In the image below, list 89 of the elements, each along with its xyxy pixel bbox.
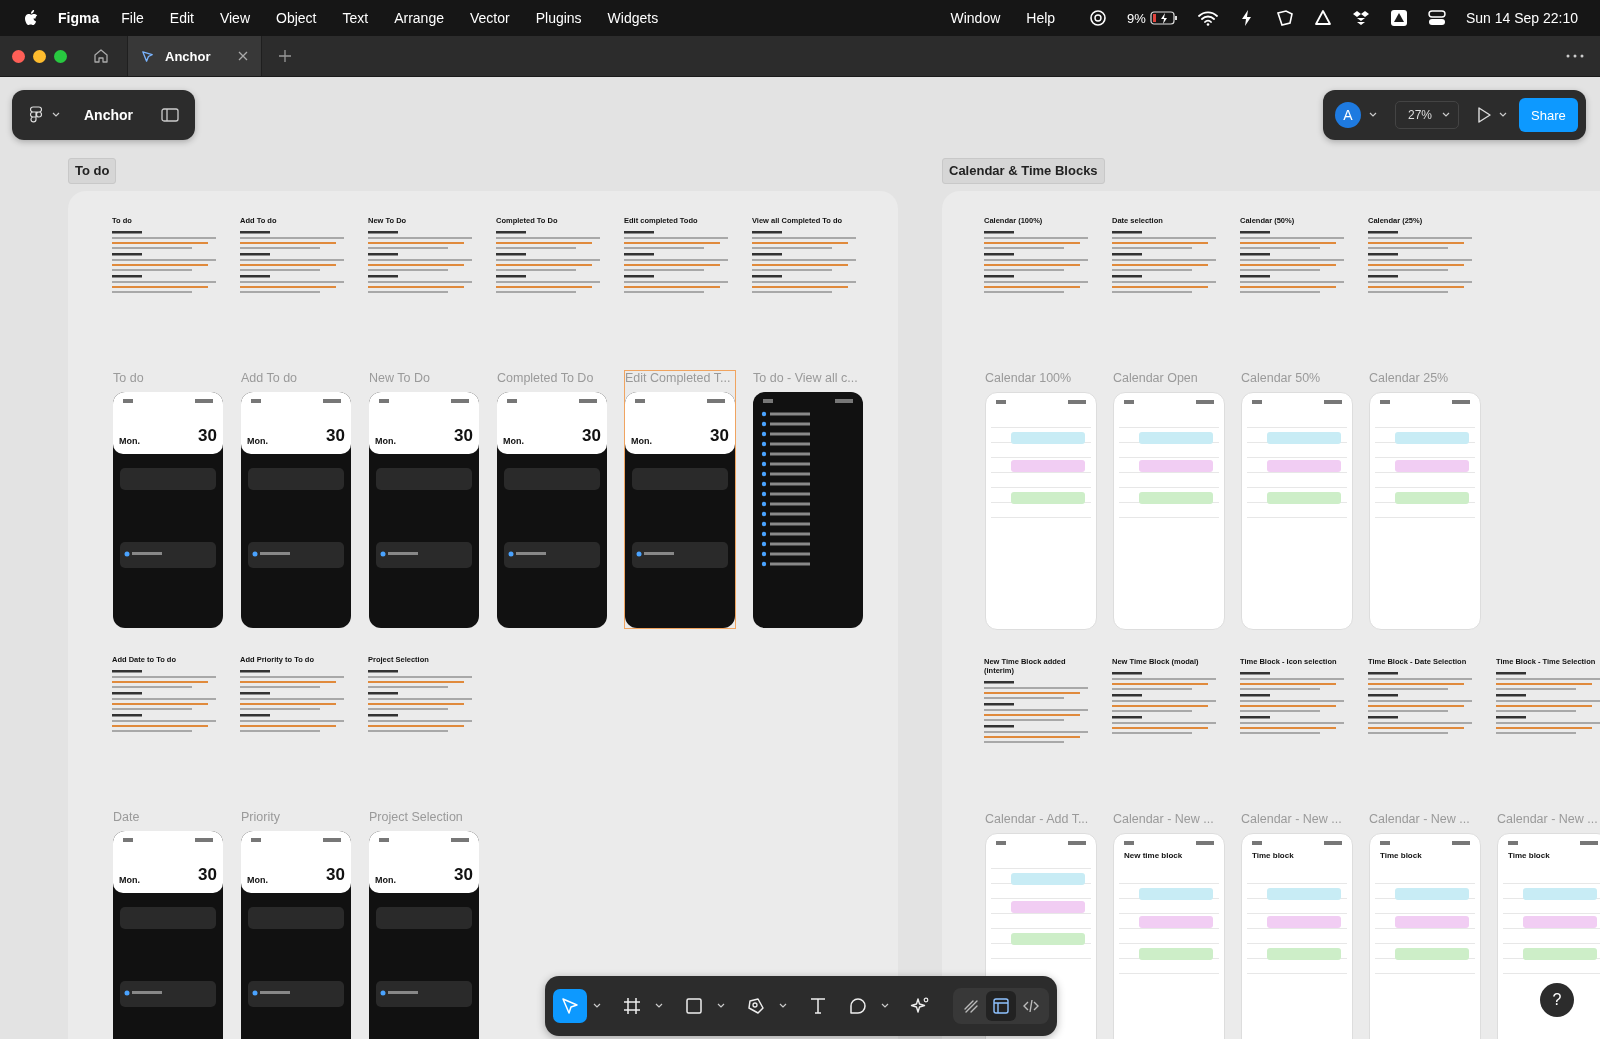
rectangle-icon [684,996,704,1016]
weekday-text: Mon. [247,875,268,885]
code-icon [1022,997,1040,1015]
sidebar-toggle-icon[interactable] [161,108,179,122]
caret-icon[interactable] [717,1003,725,1009]
menu-item[interactable]: Window [950,10,1001,26]
phone-screen[interactable]: Time block [1241,833,1353,1039]
move-tool-button[interactable] [553,989,587,1023]
play-icon[interactable] [1477,107,1492,123]
date-number: 30 [710,426,729,446]
pen-icon [746,996,766,1016]
clock[interactable]: Sun 14 Sep 22:10 [1465,10,1578,26]
toggle-icon[interactable] [1427,9,1446,27]
menu-item[interactable]: Arrange [394,10,444,26]
phone-screen[interactable]: Mon. 30 [497,392,607,628]
modal-title: New time block [1124,851,1183,860]
battery-percent: 9% [1127,10,1146,26]
close-icon[interactable] [237,50,249,62]
zoom-window-button[interactable] [54,49,67,63]
caret-icon[interactable] [655,1003,663,1009]
menu-item[interactable]: File [121,10,144,26]
menu-item[interactable]: Text [342,10,369,26]
date-number: 30 [198,865,217,885]
text-tool-icon [808,996,828,1016]
caret-icon [1442,112,1451,118]
caret-icon[interactable] [1369,112,1377,118]
caret-icon[interactable] [881,1003,889,1009]
caret-icon[interactable] [1499,112,1508,118]
phone-screen[interactable]: Mon. 30 [369,392,479,628]
date-number: 30 [582,426,601,446]
phone-screen[interactable]: New time block [1113,833,1225,1039]
weekday-text: Mon. [119,875,140,885]
phone-screen[interactable]: Mon. 30 [241,392,351,628]
phone-screen[interactable]: Mon. 30 [369,831,479,1039]
comment-icon [848,996,868,1016]
phone-screen[interactable]: Mon. 30 [113,831,223,1039]
design-mode-button[interactable] [986,991,1016,1021]
date-number: 30 [454,426,473,446]
battery-icon[interactable] [1149,11,1178,25]
weekday-text: Mon. [375,875,396,885]
home-icon[interactable] [93,48,109,64]
menu-item[interactable]: Vector [470,10,510,26]
date-number: 30 [326,865,345,885]
menu-item[interactable]: Help [1026,10,1056,26]
weekday-text: Mon. [631,436,652,446]
app-menu[interactable]: Figma [58,10,100,26]
phone-screen[interactable]: Mon. 30 [241,831,351,1039]
weekday-text: Mon. [247,436,268,446]
file-icon [140,48,155,64]
caret-icon[interactable] [779,1003,787,1009]
cursor-icon [560,996,580,1016]
phone-screen[interactable]: Mon. 30 [625,392,735,628]
menu-item[interactable]: View [219,10,250,26]
minimize-window-button[interactable] [33,49,46,63]
menu-item[interactable]: Edit [169,10,194,26]
triangle-icon[interactable] [1313,9,1332,27]
file-tab[interactable]: Anchor [127,36,262,76]
caret-icon[interactable] [52,112,60,118]
menu-item[interactable]: Plugins [535,10,582,26]
modal-title: Time block [1252,851,1294,860]
frame-icon [622,996,642,1016]
section-label[interactable]: To do [68,158,117,184]
caret-icon[interactable] [593,1003,601,1009]
weekday-text: Mon. [503,436,524,446]
figma-logo-icon[interactable] [30,106,42,124]
user-avatar[interactable]: A [1335,102,1361,128]
date-number: 30 [454,865,473,885]
menu-item[interactable]: Object [276,10,317,26]
menu-item[interactable]: Widgets [607,10,659,26]
tab-label: Anchor [165,48,212,64]
phone-screen[interactable]: Time block [1369,833,1481,1039]
weekday-text: Mon. [119,436,140,446]
date-number: 30 [326,426,345,446]
modal-title: Time block [1380,851,1422,860]
phone-screen[interactable]: Mon. 30 [113,392,223,628]
new-tab-icon[interactable] [278,49,292,63]
zoom-dropdown[interactable]: 27% [1395,101,1460,129]
shield-icon[interactable] [1275,9,1294,27]
section-label[interactable]: Calendar & Time Blocks [942,158,1105,184]
close-window-button[interactable] [12,49,25,63]
more-icon[interactable] [1566,54,1584,58]
square-icon[interactable] [1389,9,1408,27]
file-name[interactable]: Anchor [84,107,133,123]
weekday-text: Mon. [375,436,396,446]
apple-logo-icon[interactable] [24,10,38,26]
date-number: 30 [198,426,217,446]
wifi-icon[interactable] [1197,10,1218,26]
modal-title: Time block [1508,851,1550,860]
layout-icon [992,997,1010,1015]
